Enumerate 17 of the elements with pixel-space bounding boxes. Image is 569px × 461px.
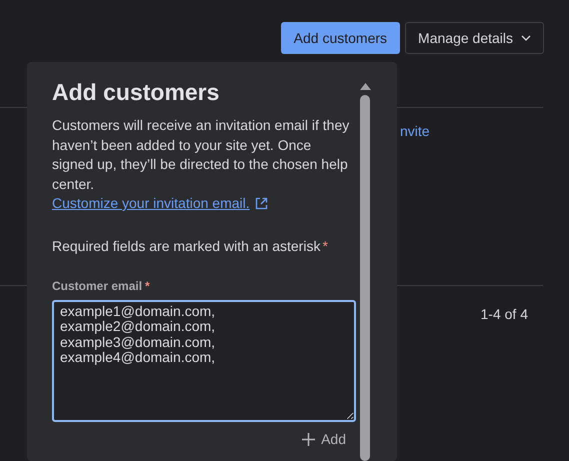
manage-details-dropdown[interactable]: Manage details bbox=[405, 22, 544, 54]
add-customers-button[interactable]: Add customers bbox=[280, 22, 400, 54]
dialog-title: Add customers bbox=[52, 78, 220, 107]
required-asterisk: * bbox=[145, 278, 150, 292]
required-note: Required fields are marked with an asterisk* bbox=[52, 236, 329, 256]
field-label: Customer email * bbox=[52, 278, 151, 294]
pagination-text: 1-4 of 4 bbox=[480, 305, 528, 324]
plus-icon bbox=[302, 432, 316, 446]
scroll-up-icon bbox=[360, 83, 371, 90]
external-link-icon bbox=[254, 197, 268, 210]
invite-link[interactable]: nvite bbox=[400, 121, 430, 142]
chevron-down-icon bbox=[521, 35, 531, 41]
email-field[interactable]: example1@domain.com, example2@domain.com, example3@domain.com, example4@domain.com, bbox=[52, 300, 356, 422]
scrollbar-thumb[interactable] bbox=[360, 95, 370, 461]
add-button[interactable]: Add bbox=[302, 428, 346, 450]
description-text: Customers will receive an invitation email if they haven’t been added to your site yet. Once signed up, they’ll be directed to the chosen help center. bbox=[52, 116, 350, 194]
customize-link[interactable]: Customize your invitation email. bbox=[52, 194, 250, 214]
